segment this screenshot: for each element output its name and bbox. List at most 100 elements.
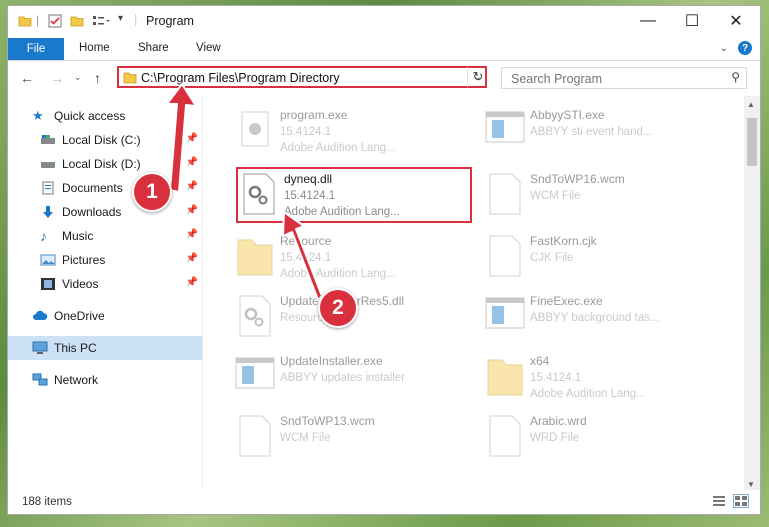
sidebar-item-videos[interactable]: Videos 📌 [8,272,202,296]
sidebar-item-local-disk-c[interactable]: Local Disk (C:) 📌 [8,128,202,152]
blank-file-icon [239,415,271,457]
download-icon [43,206,53,218]
sidebar-item-this-pc[interactable]: This PC [8,336,202,360]
file-description: Adobe Audition Lang... [530,388,646,400]
app-window-icon [235,357,275,389]
file-description: ABBYY sti event hand... [530,126,653,138]
blank-file-icon [489,235,521,277]
sidebar-item-documents[interactable]: Documents 📌 [8,176,202,200]
address-bar[interactable]: C:\Program Files\Program Directory ⌄ [117,66,487,88]
file-tile-fastkorn-cjk[interactable]: FastKorn.cjk CJK File [484,232,714,288]
search-box[interactable]: ⚲ [501,67,747,89]
tab-home[interactable]: Home [79,42,110,54]
vertical-scrollbar[interactable]: ▲ ▼ [744,96,760,494]
sidebar-item-local-disk-d[interactable]: Local Disk (D:) 📌 [8,152,202,176]
explorer-window: | ▾ | Program — ☐ ✕ File Home Share View… [8,6,760,514]
file-version: 15.4124.1 [280,252,332,264]
file-name: UpdateInstaller.exe [280,354,383,368]
pin-icon: 📌 [185,133,198,144]
sidebar-item-label: OneDrive [54,309,105,323]
tab-view[interactable]: View [196,42,221,54]
file-tile-x64[interactable]: x64 15.4124.1 Adobe Audition Lang... [484,352,714,408]
app-window-icon [485,111,525,143]
file-tile-program-exe[interactable]: program.exe 15.4124.1 Adobe Audition Lan… [234,106,464,162]
sidebar-item-label: This PC [54,341,97,355]
status-bar: 188 items [8,490,760,514]
file-description: Adobe Audition Lang... [280,268,396,280]
back-button[interactable]: ← [20,70,34,86]
customize-toolbar-icon[interactable]: ▾ [118,13,123,24]
scroll-down-icon[interactable]: ▼ [747,480,755,489]
scrollbar-thumb[interactable] [747,118,757,166]
file-name: FastKorn.cjk [530,234,597,248]
minimize-button[interactable]: — [626,6,670,36]
sidebar-item-label: Local Disk (C:) [62,133,141,147]
dll-gear-icon [239,295,271,337]
help-icon[interactable]: ? [738,41,752,55]
title-bar: | ▾ | Program — ☐ ✕ [8,6,760,38]
sidebar-item-network[interactable]: Network [8,368,202,392]
cloud-icon [33,310,48,320]
file-tile-sndtowp13-wcm[interactable]: SndToWP13.wcm WCM File [234,412,464,468]
file-version: 15.4124.1 [280,126,332,138]
file-description: WCM File [280,432,331,444]
close-button[interactable]: ✕ [714,6,758,36]
forward-button[interactable]: → [50,70,64,86]
file-name: x64 [530,354,550,368]
pin-icon: 📌 [185,157,198,168]
step-badge-2: 2 [318,288,358,328]
sidebar-item-onedrive[interactable]: OneDrive [8,304,202,328]
search-icon[interactable]: ⚲ [731,70,740,84]
tab-file[interactable]: File [8,38,64,60]
sidebar-item-pictures[interactable]: Pictures 📌 [8,248,202,272]
sidebar-item-label: Downloads [62,205,122,219]
file-description: WCM File [530,190,581,202]
search-input[interactable] [509,69,713,89]
star-icon: ★ [32,108,44,123]
ribbon-tabs: File Home Share View ⌄ ? [8,38,760,61]
expand-ribbon-icon[interactable]: ⌄ [720,43,728,54]
highlight-box [236,167,472,223]
details-view-icon[interactable] [712,495,726,507]
drive-icon [41,135,55,144]
refresh-button[interactable]: ↻ [467,67,488,87]
file-tile-fineexec-exe[interactable]: FineExec.exe ABBYY background tas... [484,292,714,348]
app-window-icon [485,297,525,329]
sidebar-item-label: Network [54,373,99,387]
sidebar-item-label: Videos [62,277,99,291]
file-tile-updateinstaller-exe[interactable]: UpdateInstaller.exe ABBYY updates instal… [234,352,464,408]
sidebar-item-label: Documents [62,181,123,195]
file-version: 15.4124.1 [530,372,582,384]
file-description: Adobe Audition Lang... [280,142,396,154]
file-tile-abbyysti-exe[interactable]: AbbyySTI.exe ABBYY sti event hand... [484,106,714,162]
file-name: Arabic.wrd [530,414,587,428]
new-folder-icon[interactable] [70,14,84,28]
file-name: SndToWP13.wcm [280,414,375,428]
computer-icon [32,341,48,354]
tiles-view-icon[interactable] [733,494,749,508]
sidebar-item-downloads[interactable]: Downloads 📌 [8,200,202,224]
navigation-pane: ★ Quick access Local Disk (C:) 📌 Local D… [8,96,203,494]
tab-share[interactable]: Share [138,42,169,54]
sidebar-item-music[interactable]: ♪ Music 📌 [8,224,202,248]
address-path: C:\Program Files\Program Directory [141,71,340,85]
step-badge-1: 1 [132,172,172,212]
file-name: SndToWP16.wcm [530,172,625,186]
file-tile-arabic-wrd[interactable]: Arabic.wrd WRD File [484,412,714,468]
scroll-up-icon[interactable]: ▲ [747,100,755,109]
recent-locations-icon[interactable]: ⌄ [74,72,82,83]
sidebar-item-quick-access[interactable]: ★ Quick access [8,104,202,128]
properties-icon[interactable] [48,14,62,28]
maximize-button[interactable]: ☐ [670,6,714,36]
file-tile-sndtowp16-wcm[interactable]: SndToWP16.wcm WCM File [484,170,714,226]
pictures-icon [40,254,56,266]
view-options-icon[interactable] [92,14,110,28]
file-name: FineExec.exe [530,294,603,308]
network-icon [32,373,48,386]
file-list: program.exe 15.4124.1 Adobe Audition Lan… [204,96,742,494]
file-tile-resource[interactable]: Resource 15.4124.1 Adobe Audition Lang..… [234,232,464,288]
folder-icon [237,239,273,276]
pin-icon: 📌 [185,253,198,264]
up-button[interactable]: ↑ [94,70,101,86]
file-description: CJK File [530,252,574,264]
